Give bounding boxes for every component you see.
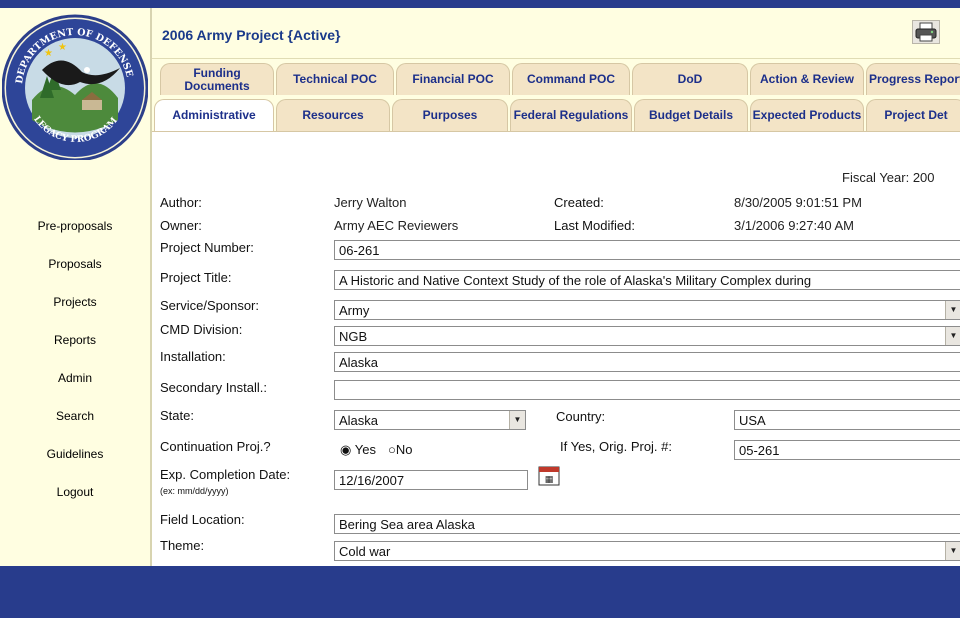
state-label: State:	[160, 408, 194, 423]
nav-reports[interactable]: Reports	[0, 332, 150, 370]
continuation-no-radio[interactable]: ○No	[388, 442, 412, 457]
cmd-division-label: CMD Division:	[160, 322, 243, 337]
chevron-down-icon: ▼	[509, 411, 525, 429]
tab-federal-regulations[interactable]: Federal Regulations	[510, 99, 632, 131]
nav-pre-proposals[interactable]: Pre-proposals	[0, 218, 150, 256]
tab-expected-products[interactable]: Expected Products	[750, 99, 864, 131]
tab-row-2: Administrative Resources Purposes Federa…	[152, 95, 960, 132]
tab-technical-poc[interactable]: Technical POC	[276, 63, 394, 95]
service-sponsor-value: Army	[339, 303, 370, 318]
secondary-install-label: Secondary Install.:	[160, 380, 267, 395]
tab-funding-documents[interactable]: Funding Documents	[160, 63, 274, 95]
continuation-label: Continuation Proj.?	[160, 439, 271, 454]
tab-purposes[interactable]: Purposes	[392, 99, 508, 131]
nav-proposals[interactable]: Proposals	[0, 256, 150, 294]
field-location-field[interactable]: Bering Sea area Alaska	[334, 514, 960, 534]
theme-value: Cold war	[339, 544, 391, 559]
tab-row-1: Funding Documents Technical POC Financia…	[152, 59, 960, 95]
svg-text:★: ★	[44, 48, 53, 59]
country-label: Country:	[556, 409, 606, 424]
nav-logout[interactable]: Logout	[0, 484, 150, 522]
state-value: Alaska	[339, 413, 379, 428]
tab-progress-report[interactable]: Progress Report	[866, 63, 960, 95]
svg-text:★: ★	[58, 42, 67, 53]
created-label: Created:	[554, 195, 604, 210]
printer-icon	[915, 22, 937, 42]
orig-proj-field[interactable]: 05-261	[734, 440, 960, 460]
completion-date-field[interactable]: 12/16/2007	[334, 470, 528, 490]
created-value: 8/30/2005 9:01:51 PM	[734, 195, 862, 210]
project-number-field[interactable]: 06-261	[334, 240, 960, 260]
project-number-label: Project Number:	[160, 240, 254, 255]
owner-label: Owner:	[160, 218, 202, 233]
tab-command-poc[interactable]: Command POC	[512, 63, 630, 95]
chevron-down-icon: ▼	[945, 301, 960, 319]
owner-value: Army AEC Reviewers	[334, 218, 459, 233]
main-nav: Pre-proposals Proposals Projects Reports…	[0, 218, 150, 522]
page-title: 2006 Army Project {Active}	[162, 27, 341, 43]
nav-search[interactable]: Search	[0, 408, 150, 446]
tab-dod[interactable]: DoD	[632, 63, 748, 95]
administrative-form: Fiscal Year: 200 Author: Jerry Walton Cr…	[152, 132, 960, 566]
state-select[interactable]: Alaska ▼	[334, 410, 526, 430]
top-bar	[0, 0, 960, 8]
sidebar: DEPARTMENT OF DEFENSE LEGACY PROGRAM ★ ★…	[0, 8, 152, 566]
chevron-down-icon: ▼	[945, 542, 960, 560]
svg-text:▦: ▦	[545, 475, 554, 485]
installation-label: Installation:	[160, 349, 226, 364]
calendar-icon: ▦	[538, 466, 560, 486]
tab-administrative[interactable]: Administrative	[154, 99, 274, 131]
orig-proj-label: If Yes, Orig. Proj. #:	[560, 439, 672, 454]
nav-admin[interactable]: Admin	[0, 370, 150, 408]
tab-action-review[interactable]: Action & Review	[750, 63, 864, 95]
project-title-label: Project Title:	[160, 270, 232, 285]
service-sponsor-select[interactable]: Army ▼	[334, 300, 960, 320]
theme-label: Theme:	[160, 538, 205, 553]
completion-date-hint: (ex: mm/dd/yyyy)	[160, 486, 229, 496]
author-value: Jerry Walton	[334, 195, 407, 210]
last-modified-value: 3/1/2006 9:27:40 AM	[734, 218, 854, 233]
no-label: No	[395, 442, 413, 457]
project-title-field[interactable]: A Historic and Native Context Study of t…	[334, 270, 960, 290]
title-bar: 2006 Army Project {Active}	[152, 8, 960, 59]
print-button[interactable]	[912, 20, 940, 44]
yes-label: Yes	[354, 442, 376, 457]
secondary-install-field[interactable]	[334, 380, 960, 400]
country-field[interactable]: USA	[734, 410, 960, 430]
radio-selected-icon: ◉	[340, 442, 352, 457]
last-modified-label: Last Modified:	[554, 218, 635, 233]
tab-resources[interactable]: Resources	[276, 99, 390, 131]
tab-budget-details[interactable]: Budget Details	[634, 99, 748, 131]
tab-financial-poc[interactable]: Financial POC	[396, 63, 510, 95]
tab-project-details[interactable]: Project Det	[866, 99, 960, 131]
chevron-down-icon: ▼	[945, 327, 960, 345]
fiscal-year: Fiscal Year: 200	[842, 170, 935, 185]
cmd-division-select[interactable]: NGB ▼	[334, 326, 960, 346]
nav-projects[interactable]: Projects	[0, 294, 150, 332]
installation-field[interactable]: Alaska	[334, 352, 960, 372]
main-panel: 2006 Army Project {Active} Funding Docum…	[152, 8, 960, 566]
theme-select[interactable]: Cold war ▼	[334, 541, 960, 561]
author-label: Author:	[160, 195, 202, 210]
nav-guidelines[interactable]: Guidelines	[0, 446, 150, 484]
dod-legacy-seal-icon: DEPARTMENT OF DEFENSE LEGACY PROGRAM ★ ★	[2, 14, 148, 160]
completion-date-label: Exp. Completion Date:	[160, 467, 291, 482]
calendar-button[interactable]: ▦	[538, 466, 560, 486]
radio-unselected-icon: ○	[388, 442, 396, 457]
continuation-yes-radio[interactable]: ◉ Yes	[340, 442, 376, 458]
bottom-bar	[0, 566, 960, 618]
cmd-division-value: NGB	[339, 329, 368, 344]
field-location-label: Field Location:	[160, 512, 245, 527]
service-sponsor-label: Service/Sponsor:	[160, 298, 259, 313]
